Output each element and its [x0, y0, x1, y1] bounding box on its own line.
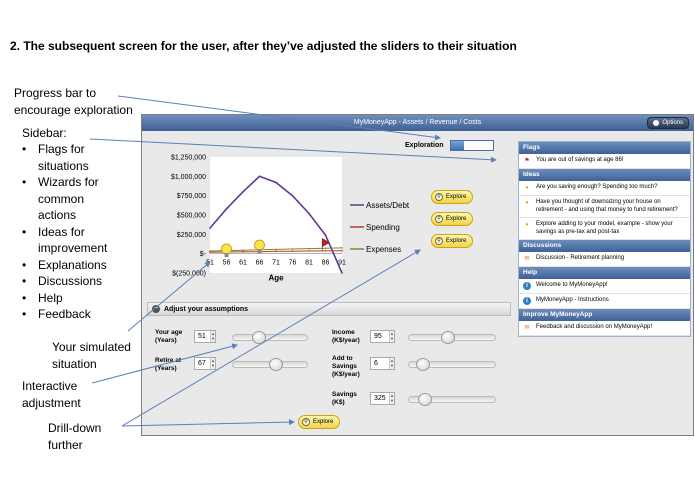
options-icon	[653, 120, 660, 126]
retire-label: Retire at (Years)	[155, 357, 182, 372]
explore-button-expenses[interactable]: ⚲ Explore	[431, 234, 474, 248]
page-heading: 2. The subsequent screen for the user, a…	[10, 39, 517, 53]
income-spinner[interactable]: ▲ ▼	[389, 331, 394, 342]
info-icon: i	[523, 297, 531, 305]
sidebar-item-idea[interactable]: ● Explore adding to your model, example …	[519, 218, 690, 240]
sidebar-header-discussions: Discussions	[519, 240, 690, 252]
add-savings-slider[interactable]	[408, 358, 496, 371]
add-savings-slider-knob[interactable]	[416, 358, 431, 371]
chat-icon: ✉	[524, 256, 530, 262]
sidebar-item-feedback[interactable]: ✉ Feedback and discussion on MyMoneyApp!	[519, 321, 690, 336]
x-tick-label: 66	[256, 260, 264, 267]
sidebar-header-help: Help	[519, 267, 690, 279]
retire-slider[interactable]	[232, 358, 308, 371]
savings-slider[interactable]	[408, 393, 496, 406]
flag-icon: ⚑	[524, 158, 530, 164]
sidebar-item-help[interactable]: i MyMoneyApp - Instructions	[519, 294, 690, 309]
x-tick-label: 71	[272, 260, 280, 267]
retire-input[interactable]: 67 ▲ ▼	[194, 357, 216, 370]
y-tick-label: $1,250,000	[171, 155, 206, 162]
sidebar-item-discussion[interactable]: ✉ Discussion - Retirement planning	[519, 252, 690, 267]
y-tick-label: $750,000	[177, 193, 206, 200]
income-label: Income (K$/year)	[332, 329, 360, 344]
lightbulb-icon: ●	[525, 200, 529, 206]
sidebar: Flags ⚑ You are out of savings at age 86…	[518, 141, 691, 337]
annotation-drilldown: Drill-down further	[48, 421, 102, 452]
add-savings-input[interactable]: 6 ▲ ▼	[370, 357, 395, 370]
collapse-icon: −	[152, 305, 160, 313]
explore-icon: ⚲	[302, 418, 310, 426]
plot-background	[210, 157, 342, 273]
add-savings-label: Add to Savings (K$/year)	[332, 355, 360, 378]
savings-slider-knob[interactable]	[417, 393, 432, 406]
assumptions-header[interactable]: − Adjust your assumptions	[147, 302, 511, 316]
app-titlebar: MyMoneyApp - Assets / Revenue / Costs Op…	[142, 115, 693, 131]
y-tick-label: $-	[200, 251, 207, 258]
chat-icon: ✉	[524, 325, 530, 331]
app-window: MyMoneyApp - Assets / Revenue / Costs Op…	[141, 114, 694, 436]
sidebar-header-flags: Flags	[519, 142, 690, 154]
y-tick-label: $(250,000)	[172, 271, 206, 278]
sidebar-item-idea[interactable]: ● Are you saving enough? Spending too mu…	[519, 181, 690, 196]
sidebar-item-flag[interactable]: ⚑ You are out of savings at age 86!	[519, 154, 690, 169]
x-tick-label: 56	[223, 260, 231, 267]
explore-button-spending[interactable]: ⚲ Explore	[431, 212, 474, 226]
x-axis-label: Age	[268, 274, 284, 283]
savings-spinner[interactable]: ▲ ▼	[389, 393, 394, 404]
age-slider[interactable]	[232, 331, 308, 344]
x-tick-label: 81	[305, 260, 313, 267]
sidebar-item-idea[interactable]: ● Have you thought of downsizing your ho…	[519, 196, 690, 218]
retire-spinner[interactable]: ▲ ▼	[210, 358, 215, 369]
lightbulb-icon: ●	[525, 185, 529, 191]
explore-icon: ⚲	[435, 193, 443, 201]
x-tick-label: 86	[322, 260, 330, 267]
explore-icon: ⚲	[435, 237, 443, 245]
explore-button-assets[interactable]: ⚲ Explore	[431, 190, 474, 204]
income-slider-knob[interactable]	[441, 331, 456, 344]
income-slider[interactable]	[408, 331, 496, 344]
age-label: Your age (Years)	[155, 329, 183, 344]
legend-label: Spending	[366, 223, 400, 232]
sidebar-item-help[interactable]: i Welcome to MyMoneyApp!	[519, 279, 690, 294]
age-input[interactable]: 51 ▲ ▼	[194, 330, 216, 343]
lightbulb-icon: ●	[525, 222, 529, 228]
age-slider-knob[interactable]	[252, 331, 267, 344]
explore-button-assumptions[interactable]: ⚲ Explore	[298, 415, 341, 429]
annotation-progress: Progress bar to encourage exploration	[14, 86, 133, 117]
annotation-interactive: Interactive adjustment	[22, 379, 81, 410]
retire-slider-knob[interactable]	[269, 358, 283, 371]
savings-input[interactable]: 325 ▲ ▼	[370, 392, 395, 405]
info-icon: i	[523, 282, 531, 290]
age-spinner[interactable]: ▲ ▼	[210, 331, 215, 342]
savings-label: Savings (K$)	[332, 391, 357, 406]
explore-icon: ⚲	[435, 215, 443, 223]
x-tick-label: 51	[206, 260, 214, 267]
legend-label: Expenses	[366, 245, 401, 254]
legend-label: Assets/Debt	[366, 201, 410, 210]
sidebar-header-ideas: Ideas	[519, 169, 690, 181]
options-button[interactable]: Options	[647, 117, 689, 129]
sidebar-header-improve: Improve MyMoneyApp	[519, 309, 690, 321]
annotation-sidebar-title: Sidebar:	[22, 126, 67, 140]
annotation-sidebar-list: Flags forsituations Wizards forcommonact…	[22, 141, 107, 323]
y-tick-label: $500,000	[177, 213, 206, 220]
app-title: MyMoneyApp - Assets / Revenue / Costs	[353, 119, 482, 126]
annotation-simulated: Your simulated situation	[52, 340, 131, 371]
x-tick-label: 61	[239, 260, 247, 267]
y-tick-label: $1,000,000	[171, 174, 206, 181]
income-input[interactable]: 95 ▲ ▼	[370, 330, 395, 343]
add-savings-spinner[interactable]: ▲ ▼	[389, 358, 394, 369]
y-tick-label: $250,000	[177, 232, 206, 239]
x-tick-label: 76	[289, 260, 297, 267]
